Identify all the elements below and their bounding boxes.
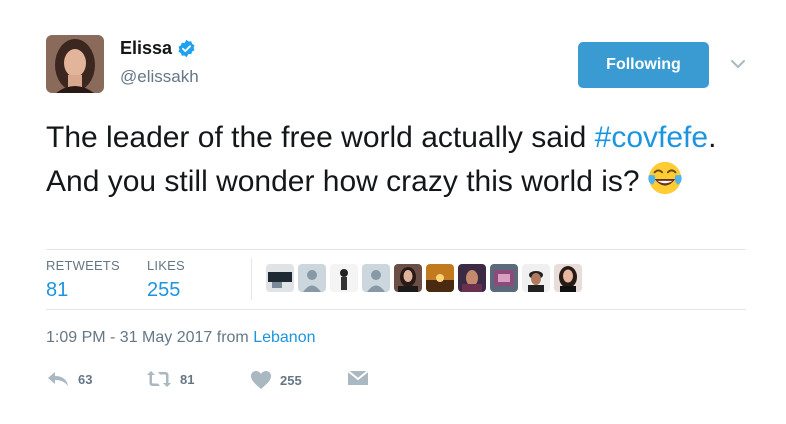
hashtag-link[interactable]: #covfefe <box>595 121 708 154</box>
liker-avatar[interactable] <box>394 264 422 292</box>
reply-button[interactable]: 63 <box>46 370 92 388</box>
tweet-text-part: The leader of the free world actually sa… <box>46 121 595 154</box>
tweet-text: The leader of the free world actually sa… <box>46 117 746 203</box>
liker-avatar[interactable] <box>554 264 582 292</box>
retweet-button[interactable]: 81 <box>146 370 194 388</box>
liker-avatar[interactable] <box>266 264 294 292</box>
liker-avatar[interactable] <box>458 264 486 292</box>
liker-avatar[interactable] <box>522 264 550 292</box>
envelope-icon <box>347 370 369 385</box>
liker-avatar[interactable] <box>426 264 454 292</box>
reply-icon <box>48 372 68 386</box>
following-button[interactable]: Following <box>578 42 709 88</box>
likes-label: LIKES <box>147 258 185 273</box>
divider <box>46 249 746 250</box>
chevron-down-icon[interactable] <box>728 56 748 72</box>
divider <box>46 309 746 310</box>
likers-avatars <box>266 264 582 292</box>
retweets-label: RETWEETS <box>46 258 120 273</box>
tears-of-joy-emoji-icon <box>647 161 682 195</box>
author-handle[interactable]: @elissakh <box>120 67 199 87</box>
tweet-timestamp[interactable]: 1:09 PM - 31 May 2017 from <box>46 329 253 346</box>
liker-avatar[interactable] <box>490 264 518 292</box>
tweet-metadata: 1:09 PM - 31 May 2017 from Lebanon <box>46 329 316 347</box>
stats-separator <box>251 258 252 300</box>
retweets-stat[interactable]: RETWEETS 81 <box>46 258 120 302</box>
retweet-icon <box>147 371 171 387</box>
like-count: 255 <box>280 372 302 388</box>
like-button[interactable]: 255 <box>250 370 302 390</box>
reply-count: 63 <box>78 371 93 387</box>
liker-avatar-default[interactable] <box>362 264 390 292</box>
location-link[interactable]: Lebanon <box>253 329 315 346</box>
retweet-count: 81 <box>180 371 195 387</box>
heart-icon <box>251 371 271 389</box>
author-avatar[interactable] <box>46 35 104 93</box>
direct-message-button[interactable] <box>347 370 369 386</box>
liker-avatar-default[interactable] <box>298 264 326 292</box>
author-name[interactable]: Elissa <box>120 38 172 59</box>
retweets-value: 81 <box>46 279 69 301</box>
likes-value: 255 <box>147 279 181 301</box>
likes-stat[interactable]: LIKES 255 <box>147 258 185 302</box>
verified-badge-icon <box>178 39 195 58</box>
liker-avatar[interactable] <box>330 264 358 292</box>
